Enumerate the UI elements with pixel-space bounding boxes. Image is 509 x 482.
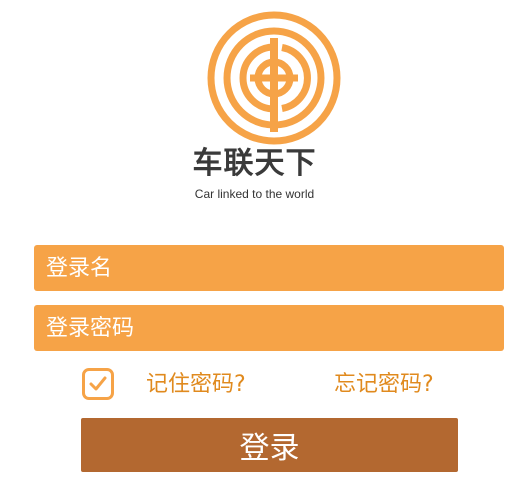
remember-password-label[interactable]: 记住密码? [146,369,246,401]
brand-name: 车联天下 [192,146,317,181]
brand-tagline: Car linked to the world [194,187,315,201]
username-input[interactable] [34,245,504,291]
password-input[interactable] [34,305,504,351]
remember-password-checkbox[interactable] [82,368,114,400]
brand-logo-icon [207,11,341,145]
forgot-password-link[interactable]: 忘记密码? [334,369,434,401]
checkmark-icon [89,376,107,391]
login-button[interactable]: 登录 [81,418,458,472]
